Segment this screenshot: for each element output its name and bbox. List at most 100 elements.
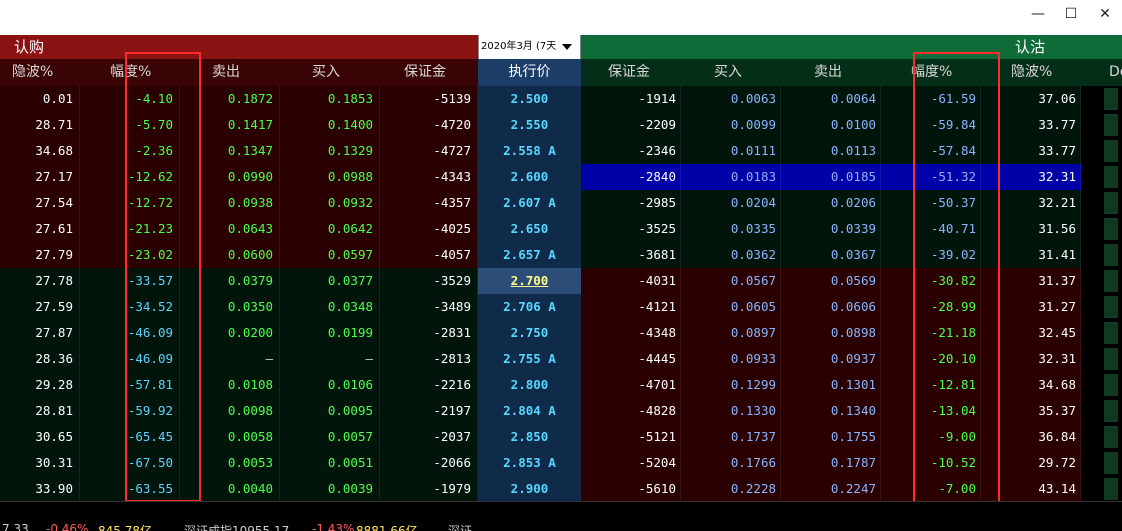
put-column-header[interactable]: 幅度% <box>881 59 981 86</box>
table-row[interactable]: 34.68 -2.36 0.1347 0.1329 -4727 2.558 A -2346 0… <box>0 138 1122 164</box>
call-iv-cell[interactable]: 28.36 <box>0 346 80 372</box>
put-margin-cell[interactable]: -2840 <box>581 164 681 190</box>
call-ask-cell[interactable]: 0.1872 <box>180 86 280 112</box>
call-iv-cell[interactable]: 34.68 <box>0 138 80 164</box>
call-margin-cell[interactable]: -2197 <box>380 398 478 424</box>
put-ask-cell[interactable]: 0.1301 <box>781 372 881 398</box>
put-iv-cell[interactable]: 33.77 <box>981 112 1081 138</box>
call-margin-cell[interactable]: -2831 <box>380 320 478 346</box>
call-change-cell[interactable]: -21.23 <box>80 216 180 242</box>
call-margin-cell[interactable]: -4357 <box>380 190 478 216</box>
put-margin-cell[interactable]: -3681 <box>581 242 681 268</box>
strike-price-cell[interactable]: 2.706 A <box>478 294 581 320</box>
delta-cell[interactable] <box>1104 114 1118 136</box>
call-ask-cell[interactable]: 0.0643 <box>180 216 280 242</box>
put-change-cell[interactable]: -51.32 <box>881 164 981 190</box>
put-margin-cell[interactable]: -1914 <box>581 86 681 112</box>
table-row[interactable]: 27.59 -34.52 0.0350 0.0348 -3489 2.706 A -4121… <box>0 294 1122 320</box>
call-iv-cell[interactable]: 29.28 <box>0 372 80 398</box>
call-column-header[interactable]: 保证金 <box>380 59 478 86</box>
call-ask-cell[interactable]: 0.1347 <box>180 138 280 164</box>
delta-cell[interactable] <box>1104 192 1118 214</box>
call-margin-cell[interactable]: -4720 <box>380 112 478 138</box>
put-change-cell[interactable]: -61.59 <box>881 86 981 112</box>
call-ask-cell[interactable]: 0.0600 <box>180 242 280 268</box>
table-row[interactable]: 28.81 -59.92 0.0098 0.0095 -2197 2.804 A -4828… <box>0 398 1122 424</box>
put-change-cell[interactable]: -13.04 <box>881 398 981 424</box>
put-margin-cell[interactable]: -5204 <box>581 450 681 476</box>
strike-price-cell[interactable]: 2.850 <box>478 424 581 450</box>
put-change-cell[interactable]: -9.00 <box>881 424 981 450</box>
call-change-cell[interactable]: -46.09 <box>80 346 180 372</box>
strike-price-cell[interactable]: 2.650 <box>478 216 581 242</box>
call-ask-cell[interactable]: 0.0108 <box>180 372 280 398</box>
table-row[interactable]: 29.28 -57.81 0.0108 0.0106 -2216 2.800 -4701 0.… <box>0 372 1122 398</box>
put-ask-cell[interactable]: 0.0113 <box>781 138 881 164</box>
strike-column-header[interactable]: 执行价 <box>478 59 581 86</box>
put-change-cell[interactable]: -28.99 <box>881 294 981 320</box>
call-bid-cell[interactable]: 0.0051 <box>280 450 380 476</box>
put-change-cell[interactable]: -39.02 <box>881 242 981 268</box>
put-bid-cell[interactable]: 0.0897 <box>681 320 781 346</box>
put-iv-cell[interactable]: 32.31 <box>981 164 1081 190</box>
put-margin-cell[interactable]: -2346 <box>581 138 681 164</box>
call-change-cell[interactable]: -5.70 <box>80 112 180 138</box>
call-ask-cell[interactable]: 0.0990 <box>180 164 280 190</box>
call-margin-cell[interactable]: -5139 <box>380 86 478 112</box>
put-bid-cell[interactable]: 0.0063 <box>681 86 781 112</box>
put-iv-cell[interactable]: 37.06 <box>981 86 1081 112</box>
put-ask-cell[interactable]: 0.0100 <box>781 112 881 138</box>
put-change-cell[interactable]: -20.10 <box>881 346 981 372</box>
call-iv-cell[interactable]: 27.78 <box>0 268 80 294</box>
strike-price-cell[interactable]: 2.550 <box>478 112 581 138</box>
call-iv-cell[interactable]: 27.61 <box>0 216 80 242</box>
call-margin-cell[interactable]: -2813 <box>380 346 478 372</box>
call-ask-cell[interactable]: 0.0053 <box>180 450 280 476</box>
put-iv-cell[interactable]: 34.68 <box>981 372 1081 398</box>
put-iv-cell[interactable]: 31.37 <box>981 268 1081 294</box>
table-row[interactable]: 27.17 -12.62 0.0990 0.0988 -4343 2.600 -2840 0.… <box>0 164 1122 190</box>
delta-cell[interactable] <box>1104 270 1118 292</box>
delta-cell[interactable] <box>1104 374 1118 396</box>
put-iv-cell[interactable]: 29.72 <box>981 450 1081 476</box>
put-bid-cell[interactable]: 0.1766 <box>681 450 781 476</box>
table-row[interactable]: 30.31 -67.50 0.0053 0.0051 -2066 2.853 A -5204… <box>0 450 1122 476</box>
call-iv-cell[interactable]: 33.90 <box>0 476 80 502</box>
call-change-cell[interactable]: -34.52 <box>80 294 180 320</box>
call-ask-cell[interactable]: 0.0379 <box>180 268 280 294</box>
call-change-cell[interactable]: -63.55 <box>80 476 180 502</box>
call-iv-cell[interactable]: 0.01 <box>0 86 80 112</box>
strike-price-cell[interactable]: 2.600 <box>478 164 581 190</box>
put-bid-cell[interactable]: 0.2228 <box>681 476 781 502</box>
put-bid-cell[interactable]: 0.0183 <box>681 164 781 190</box>
call-ask-cell[interactable]: 0.0200 <box>180 320 280 346</box>
call-margin-cell[interactable]: -1979 <box>380 476 478 502</box>
table-row[interactable]: 27.87 -46.09 0.0200 0.0199 -2831 2.750 -4348 0.… <box>0 320 1122 346</box>
table-row[interactable]: 33.90 -63.55 0.0040 0.0039 -1979 2.900 -5610 0.… <box>0 476 1122 502</box>
put-bid-cell[interactable]: 0.0099 <box>681 112 781 138</box>
call-ask-cell[interactable]: — <box>180 346 280 372</box>
put-ask-cell[interactable]: 0.0606 <box>781 294 881 320</box>
strike-price-cell[interactable]: 2.853 A <box>478 450 581 476</box>
call-iv-cell[interactable]: 28.71 <box>0 112 80 138</box>
put-bid-cell[interactable]: 0.0933 <box>681 346 781 372</box>
table-row[interactable]: 27.78 -33.57 0.0379 0.0377 -3529 2.700 -4031 0.… <box>0 268 1122 294</box>
put-iv-cell[interactable]: 36.84 <box>981 424 1081 450</box>
put-iv-cell[interactable]: 35.37 <box>981 398 1081 424</box>
put-margin-cell[interactable]: -4031 <box>581 268 681 294</box>
put-iv-cell[interactable]: 32.45 <box>981 320 1081 346</box>
call-change-cell[interactable]: -57.81 <box>80 372 180 398</box>
call-iv-cell[interactable]: 27.59 <box>0 294 80 320</box>
put-change-cell[interactable]: -7.00 <box>881 476 981 502</box>
call-column-header[interactable]: 隐波% <box>0 59 80 86</box>
table-row[interactable]: 28.71 -5.70 0.1417 0.1400 -4720 2.550 -2209 0.0… <box>0 112 1122 138</box>
call-change-cell[interactable]: -23.02 <box>80 242 180 268</box>
call-ask-cell[interactable]: 0.0058 <box>180 424 280 450</box>
call-margin-cell[interactable]: -3529 <box>380 268 478 294</box>
put-margin-cell[interactable]: -4828 <box>581 398 681 424</box>
put-ask-cell[interactable]: 0.0937 <box>781 346 881 372</box>
put-ask-cell[interactable]: 0.1755 <box>781 424 881 450</box>
call-iv-cell[interactable]: 27.87 <box>0 320 80 346</box>
put-bid-cell[interactable]: 0.1737 <box>681 424 781 450</box>
put-iv-cell[interactable]: 31.56 <box>981 216 1081 242</box>
